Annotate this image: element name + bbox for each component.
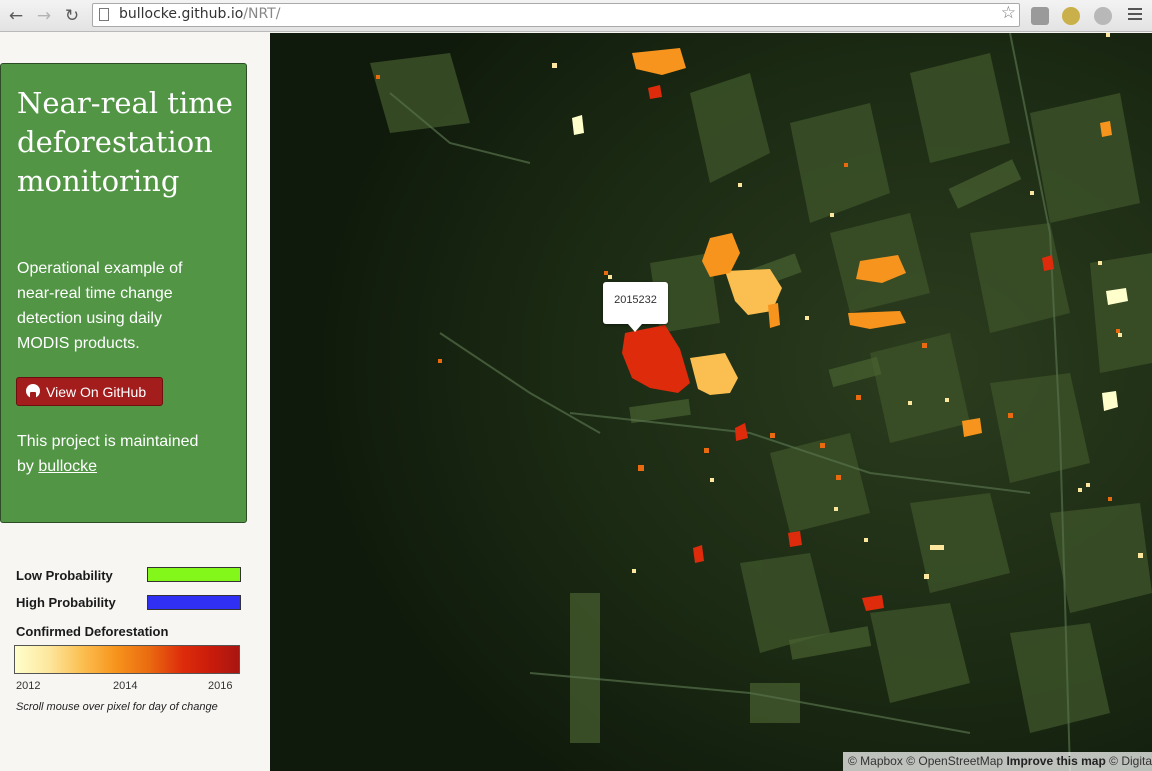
menu-icon[interactable] [1128,8,1142,22]
legend-tick: 2014 [113,680,138,692]
map-attribution: © Mapbox © OpenStreetMap Improve this ma… [842,752,1152,771]
url-text[interactable]: bullocke.github.io/NRT/ [119,6,280,22]
attribution-digitalglobe[interactable]: © Digita [1109,754,1152,768]
back-icon[interactable]: ← [6,6,26,26]
pixel-popup: 2015232 [603,282,668,332]
address-bar[interactable]: bullocke.github.io/NRT/ ☆ [92,3,1020,27]
attribution-osm[interactable]: © OpenStreetMap [906,754,1003,768]
view-on-github-button[interactable]: View On GitHub [16,377,163,406]
url-domain: bullocke.github.io [119,6,244,22]
attribution-mapbox[interactable]: © Mapbox [848,754,903,768]
project-description: Operational example of near-real time ch… [17,260,183,352]
legend-color-ramp [14,645,240,674]
github-icon [26,384,40,398]
forward-icon[interactable]: → [34,6,54,26]
extension-icon[interactable] [1094,7,1112,25]
legend-hint: Scroll mouse over pixel for day of chang… [16,701,218,713]
sidebar: Near-real time deforestation monitoring … [0,33,270,771]
extension-icon[interactable] [1062,7,1080,25]
maintainer-text: This project is maintained by bullocke [17,429,217,479]
page-icon [99,8,109,21]
star-icon[interactable]: ☆ [1001,3,1016,23]
info-panel: Near-real time deforestation monitoring … [0,63,247,523]
legend-high-label: High Probability [16,595,116,610]
legend-tick: 2016 [208,680,233,692]
maintainer-link[interactable]: bullocke [38,458,97,475]
url-path: /NRT/ [243,6,281,22]
browser-toolbar: ← → ↻ bullocke.github.io/NRT/ ☆ [0,0,1152,32]
improve-map-link[interactable]: Improve this map [1006,754,1105,768]
legend: Low Probability High Probability Confirm… [0,553,270,753]
legend-low-label: Low Probability [16,568,113,583]
github-button-label: View On GitHub [46,384,147,400]
legend-high-swatch [147,595,241,610]
extension-icon[interactable] [1031,7,1049,25]
legend-low-swatch [147,567,241,582]
map-view[interactable]: 2015232 © Mapbox © OpenStreetMap Improve… [270,33,1152,771]
legend-confirmed-label: Confirmed Deforestation [16,624,169,639]
legend-tick: 2012 [16,680,41,692]
satellite-imagery [270,33,1152,771]
reload-icon[interactable]: ↻ [62,6,82,26]
page-title: Near-real time deforestation monitoring [17,86,233,198]
